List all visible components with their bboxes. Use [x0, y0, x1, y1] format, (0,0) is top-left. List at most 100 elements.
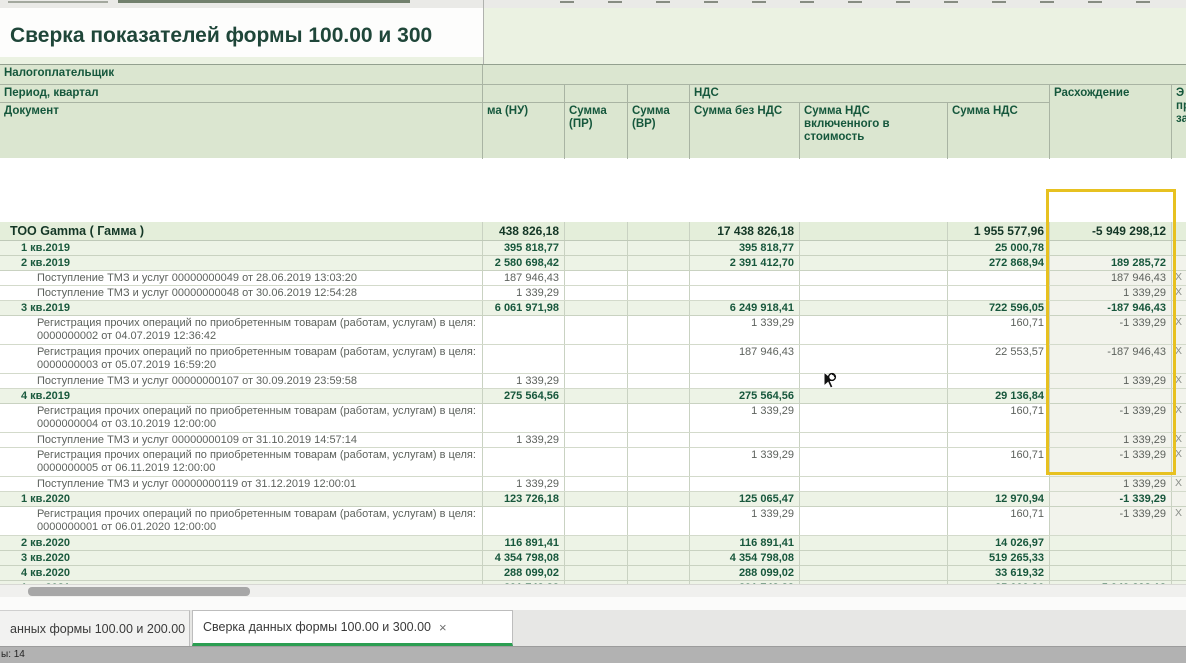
cell-bez[interactable]: 187 946,43	[690, 345, 800, 373]
cell-nds[interactable]: 25 000,78	[948, 241, 1050, 255]
table-row[interactable]: 3 кв.20196 061 971,986 249 918,41722 596…	[0, 301, 1186, 316]
cell-bez[interactable]	[690, 433, 800, 447]
cell-rasx[interactable]: -1 339,29	[1050, 404, 1172, 432]
cell-clipped[interactable]	[1172, 301, 1186, 315]
cell-bez[interactable]: 1 339,29	[690, 316, 800, 344]
x-mark[interactable]: X	[1172, 316, 1186, 344]
cell-pr[interactable]	[565, 271, 628, 285]
cell-vr[interactable]	[628, 433, 690, 447]
cell-nds[interactable]: 160,71	[948, 507, 1050, 535]
table-row[interactable]: 3 кв.20204 354 798,084 354 798,08519 265…	[0, 551, 1186, 566]
cell-nu[interactable]: 2 580 698,42	[483, 256, 565, 270]
cell-nu[interactable]	[483, 448, 565, 476]
tab-form-100-200[interactable]: анных формы 100.00 и 200.00 ×	[0, 610, 190, 646]
cell-clipped[interactable]	[1172, 241, 1186, 255]
cell-document[interactable]: 4 кв.2020	[0, 566, 483, 580]
table-row[interactable]: Поступление ТМЗ и услуг 00000000107 от 3…	[0, 374, 1186, 389]
x-mark[interactable]: X	[1172, 448, 1186, 476]
cell-document[interactable]: Регистрация прочих операций по приобрете…	[0, 448, 483, 476]
cell-nds[interactable]: 14 026,97	[948, 536, 1050, 550]
cell-document[interactable]: 1 кв.2020	[0, 492, 483, 506]
cell-document[interactable]: Поступление ТМЗ и услуг 00000000048 от 3…	[0, 286, 483, 300]
cell-bez[interactable]: 395 818,77	[690, 241, 800, 255]
cell-pr[interactable]	[565, 448, 628, 476]
cell-nds[interactable]	[948, 374, 1050, 388]
cell-rasx[interactable]	[1050, 566, 1172, 580]
cell-document[interactable]: Регистрация прочих операций по приобрете…	[0, 345, 483, 373]
cell-pr[interactable]	[565, 241, 628, 255]
table-row[interactable]: Поступление ТМЗ и услуг 00000000048 от 3…	[0, 286, 1186, 301]
cell-pr[interactable]	[565, 301, 628, 315]
cell-pr[interactable]	[565, 316, 628, 344]
x-mark[interactable]: X	[1172, 286, 1186, 300]
cell-nu[interactable]	[483, 345, 565, 373]
cell-pr[interactable]	[565, 492, 628, 506]
table-row[interactable]: Регистрация прочих операций по приобрете…	[0, 448, 1186, 477]
cell-vkl[interactable]	[800, 448, 948, 476]
cell-nds[interactable]	[948, 271, 1050, 285]
cell-bez[interactable]	[690, 374, 800, 388]
cell-pr[interactable]	[565, 374, 628, 388]
cell-document[interactable]: Регистрация прочих операций по приобрете…	[0, 507, 483, 535]
cell-vkl[interactable]	[800, 286, 948, 300]
cell-pr[interactable]	[565, 345, 628, 373]
cell-bez[interactable]: 4 354 798,08	[690, 551, 800, 565]
table-row[interactable]: Регистрация прочих операций по приобрете…	[0, 404, 1186, 433]
cell-nu[interactable]	[483, 507, 565, 535]
table-row[interactable]: Поступление ТМЗ и услуг 00000000049 от 2…	[0, 271, 1186, 286]
cell-bez[interactable]	[690, 286, 800, 300]
x-mark[interactable]: X	[1172, 271, 1186, 285]
cell-clipped[interactable]	[1172, 566, 1186, 580]
cell-nds[interactable]	[948, 433, 1050, 447]
cell-vkl[interactable]	[800, 566, 948, 580]
cell-vr[interactable]	[628, 404, 690, 432]
cell-vkl[interactable]	[800, 374, 948, 388]
cell-vr[interactable]	[628, 477, 690, 491]
cell-rasx[interactable]: 1 339,29	[1050, 433, 1172, 447]
cell-nds[interactable]: 29 136,84	[948, 389, 1050, 403]
cell-pr[interactable]	[565, 536, 628, 550]
cell-nds[interactable]: 22 553,57	[948, 345, 1050, 373]
cell-pr[interactable]	[565, 507, 628, 535]
cell-clipped[interactable]	[1172, 222, 1186, 240]
x-mark[interactable]: X	[1172, 374, 1186, 388]
cell-vkl[interactable]	[800, 301, 948, 315]
cell-nds[interactable]	[948, 477, 1050, 491]
cell-nu[interactable]: 6 061 971,98	[483, 301, 565, 315]
cell-bez[interactable]	[690, 477, 800, 491]
cell-vkl[interactable]	[800, 222, 948, 240]
cell-pr[interactable]	[565, 404, 628, 432]
cell-vr[interactable]	[628, 345, 690, 373]
cell-vr[interactable]	[628, 271, 690, 285]
table-row[interactable]: 4 кв.2019275 564,56275 564,5629 136,84	[0, 389, 1186, 404]
cell-document[interactable]: 4 кв.2019	[0, 389, 483, 403]
cell-vr[interactable]	[628, 286, 690, 300]
cell-document[interactable]: Поступление ТМЗ и услуг 00000000107 от 3…	[0, 374, 483, 388]
cell-nu[interactable]: 1 339,29	[483, 286, 565, 300]
x-mark[interactable]: X	[1172, 345, 1186, 373]
x-mark[interactable]: X	[1172, 477, 1186, 491]
table-row[interactable]: 4 кв.2020288 099,02288 099,0233 619,32	[0, 566, 1186, 581]
cell-nu[interactable]: 1 339,29	[483, 374, 565, 388]
cell-document[interactable]: Поступление ТМЗ и услуг 00000000109 от 3…	[0, 433, 483, 447]
cell-nds[interactable]: 272 868,94	[948, 256, 1050, 270]
x-mark[interactable]: X	[1172, 507, 1186, 535]
cell-clipped[interactable]	[1172, 536, 1186, 550]
cell-document[interactable]: 1 кв.2019	[0, 241, 483, 255]
cell-rasx[interactable]: 1 339,29	[1050, 286, 1172, 300]
cell-nds[interactable]	[948, 286, 1050, 300]
table-row[interactable]: Регистрация прочих операций по приобрете…	[0, 507, 1186, 536]
cell-vkl[interactable]	[800, 536, 948, 550]
cell-document[interactable]: Поступление ТМЗ и услуг 00000000049 от 2…	[0, 271, 483, 285]
cell-bez[interactable]: 1 339,29	[690, 507, 800, 535]
cell-document[interactable]: ТОО Gamma ( Гамма )	[0, 222, 483, 240]
cell-vr[interactable]	[628, 301, 690, 315]
cell-document[interactable]: Регистрация прочих операций по приобрете…	[0, 404, 483, 432]
cell-clipped[interactable]	[1172, 551, 1186, 565]
cell-nds[interactable]: 33 619,32	[948, 566, 1050, 580]
cell-bez[interactable]	[690, 271, 800, 285]
table-row[interactable]: 1 кв.2019395 818,77395 818,7725 000,78	[0, 241, 1186, 256]
cell-nu[interactable]	[483, 404, 565, 432]
cell-nds[interactable]: 1 955 577,96	[948, 222, 1050, 240]
cell-rasx[interactable]	[1050, 536, 1172, 550]
